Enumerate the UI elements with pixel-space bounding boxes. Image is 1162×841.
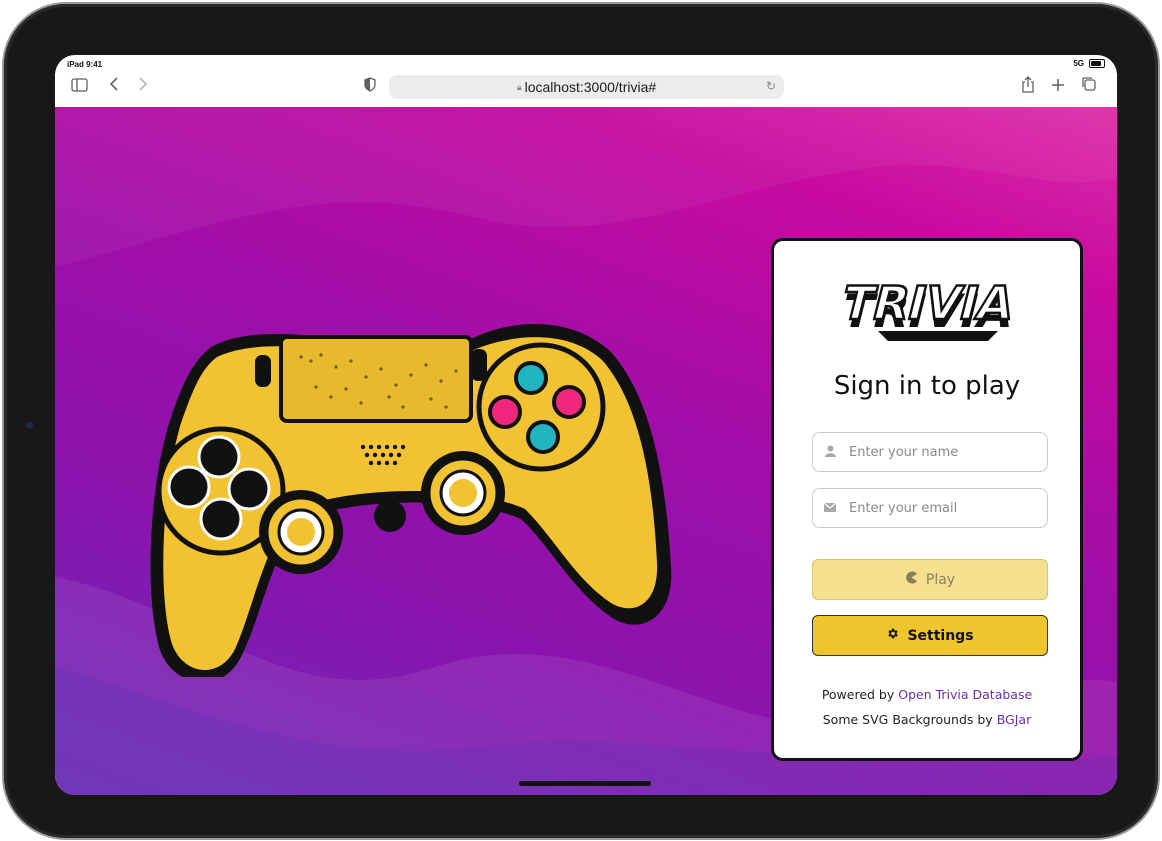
settings-button-label: Settings xyxy=(907,627,974,644)
name-input[interactable] xyxy=(847,443,1041,461)
gear-icon xyxy=(886,627,899,644)
privacy-shield-icon[interactable] xyxy=(364,76,376,98)
back-icon[interactable] xyxy=(109,76,119,98)
trivia-page: TRIVIA TRIVIA Sign in to play Enter your… xyxy=(55,107,1117,795)
name-field[interactable] xyxy=(812,432,1048,472)
bgjar-link[interactable]: BGJar xyxy=(997,712,1032,727)
home-indicator[interactable] xyxy=(519,781,651,786)
pacman-icon xyxy=(905,571,918,588)
share-icon[interactable] xyxy=(1021,76,1035,100)
backgrounds-credit-text: Some SVG Backgrounds by xyxy=(822,712,993,727)
open-trivia-db-link[interactable]: Open Trivia Database xyxy=(898,687,1032,702)
browser-toolbar: 🔒︎ localhost:3000/trivia# ↻ xyxy=(55,73,1117,107)
tabs-icon[interactable] xyxy=(1081,76,1097,98)
powered-by-line: Powered by Open Trivia Database xyxy=(774,687,1080,702)
status-right: 5G xyxy=(1073,59,1105,68)
front-camera xyxy=(26,422,33,429)
sign-in-card: TRIVIA TRIVIA Sign in to play Enter your… xyxy=(771,238,1083,761)
reload-icon[interactable]: ↻ xyxy=(766,79,776,93)
address-bar[interactable]: 🔒︎ localhost:3000/trivia# ↻ xyxy=(389,75,784,99)
user-icon xyxy=(813,445,847,460)
page-title: Sign in to play xyxy=(833,371,1021,401)
play-button-label: Play xyxy=(925,571,956,588)
envelope-icon xyxy=(813,502,847,515)
email-input[interactable] xyxy=(847,499,1041,517)
play-button[interactable]: Play xyxy=(812,559,1048,600)
url-text: localhost:3000/trivia# xyxy=(524,79,657,95)
network-label: 5G xyxy=(1073,59,1084,68)
logo-text: TRIVIA xyxy=(838,278,1019,331)
battery-icon xyxy=(1089,59,1105,68)
trivia-logo: TRIVIA TRIVIA xyxy=(838,276,1021,341)
powered-by-text: Powered by xyxy=(821,687,895,702)
sidebar-icon[interactable] xyxy=(71,76,88,98)
device-time: iPad 9:41 xyxy=(67,60,103,69)
ipad-frame: iPad 9:41 5G 🔒︎ localhost:3000/trivia# ↻… xyxy=(4,4,1158,838)
new-tab-icon[interactable] xyxy=(1051,76,1065,98)
forward-icon[interactable] xyxy=(138,76,148,98)
status-bar: iPad 9:41 5G xyxy=(55,55,1117,75)
game-controller-illustration xyxy=(150,323,672,677)
screen: iPad 9:41 5G 🔒︎ localhost:3000/trivia# ↻… xyxy=(55,55,1117,795)
lock-icon: 🔒︎ xyxy=(516,81,522,92)
backgrounds-credit-line: Some SVG Backgrounds by BGJar xyxy=(774,712,1080,727)
email-field[interactable] xyxy=(812,488,1048,528)
settings-button[interactable]: Settings xyxy=(812,615,1048,656)
